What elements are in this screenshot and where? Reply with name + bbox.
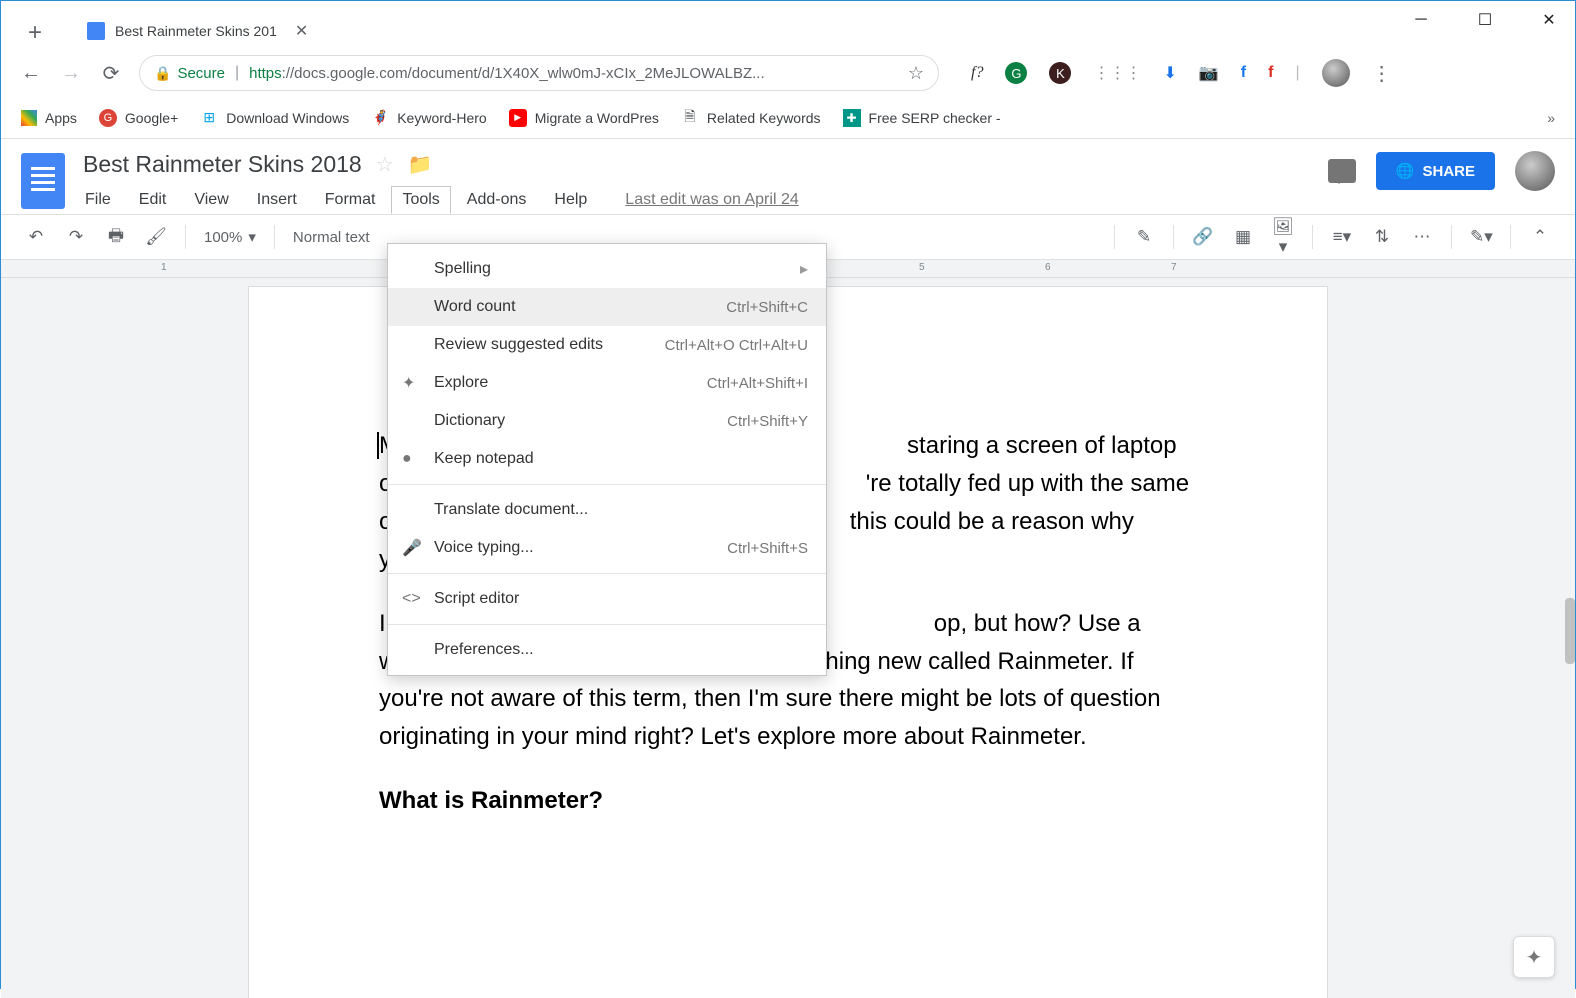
forward-button[interactable]: → xyxy=(59,62,83,85)
youtube-icon: ▶ xyxy=(509,109,527,127)
comments-icon[interactable] xyxy=(1328,159,1356,183)
tab-close-icon[interactable]: ✕ xyxy=(295,21,308,41)
menu-item-keep-notepad[interactable]: ●Keep notepad xyxy=(388,440,826,478)
bookmarks-bar: Apps GGoogle+ ⊞Download Windows 🦸Keyword… xyxy=(1,97,1575,139)
ext-grid-icon[interactable]: ⋮⋮⋮ xyxy=(1093,63,1141,83)
tab-favicon xyxy=(87,22,105,40)
ext-k-icon[interactable]: K xyxy=(1049,62,1071,84)
menu-tools[interactable]: Tools xyxy=(391,186,450,214)
more-icon[interactable]: ⋯ xyxy=(1411,227,1433,247)
menu-edit[interactable]: Edit xyxy=(137,187,169,213)
secure-label: Secure xyxy=(177,65,225,82)
style-select[interactable]: Normal text xyxy=(293,229,370,246)
menu-item-preferences-[interactable]: Preferences... xyxy=(388,631,826,669)
ext-download-icon[interactable]: ⬇ xyxy=(1163,63,1176,83)
menu-item-spelling[interactable]: Spelling▸ xyxy=(388,250,826,288)
menu-item-explore[interactable]: ✦ExploreCtrl+Alt+Shift+I xyxy=(388,364,826,402)
bookmark-apps[interactable]: Apps xyxy=(21,110,77,126)
new-tab-button[interactable]: + xyxy=(19,17,51,49)
chevron-down-icon: ▾ xyxy=(248,228,256,246)
print-icon[interactable]: 🖶 xyxy=(105,223,127,252)
menu-addons[interactable]: Add-ons xyxy=(465,187,529,213)
lock-icon: 🔒 xyxy=(154,65,171,82)
globe-icon: 🌐 xyxy=(1396,162,1415,180)
apps-icon xyxy=(21,110,37,126)
bookmark-overflow-icon[interactable]: » xyxy=(1547,110,1555,126)
tools-dropdown: Spelling▸Word countCtrl+Shift+CReview su… xyxy=(387,243,827,676)
link-icon[interactable]: 🔗 xyxy=(1192,227,1214,247)
ext-camera-icon[interactable]: 📷 xyxy=(1199,63,1219,83)
menu-bar: File Edit View Insert Format Tools Add-o… xyxy=(83,186,799,214)
undo-icon[interactable]: ↶ xyxy=(25,227,47,247)
menu-item-word-count[interactable]: Word countCtrl+Shift+C xyxy=(388,288,826,326)
maximize-button[interactable]: ☐ xyxy=(1467,5,1503,35)
tab-strip: + Best Rainmeter Skins 201 ✕ xyxy=(1,1,1575,49)
bookmark-migrate[interactable]: ▶Migrate a WordPres xyxy=(509,109,659,127)
docs-header: Best Rainmeter Skins 2018 ☆ 📁 File Edit … xyxy=(1,139,1575,214)
profile-avatar-small[interactable] xyxy=(1322,59,1350,87)
omnibox[interactable]: 🔒 Secure | https://docs.google.com/docum… xyxy=(139,55,939,91)
extensions-row: f? G K ⋮⋮⋮ ⬇ 📷 f f | ⋮ xyxy=(971,59,1392,87)
ext-f-icon[interactable]: f xyxy=(1268,64,1273,82)
bookmark-googleplus[interactable]: GGoogle+ xyxy=(99,109,178,127)
minimize-button[interactable]: ─ xyxy=(1403,5,1439,35)
image-insert-icon[interactable]: 🖼▾ xyxy=(1272,217,1294,257)
highlight-icon[interactable]: ✎ xyxy=(1133,227,1155,247)
bookmark-related[interactable]: 🗎Related Keywords xyxy=(681,109,821,127)
chevron-right-icon: ▸ xyxy=(800,259,808,279)
align-icon[interactable]: ≡▾ xyxy=(1331,227,1353,247)
url-text: https://docs.google.com/document/d/1X40X… xyxy=(249,65,900,82)
bookmark-star-icon[interactable]: ☆ xyxy=(908,63,924,84)
last-edit-link[interactable]: Last edit was on April 24 xyxy=(625,191,798,209)
star-document-icon[interactable]: ☆ xyxy=(376,152,394,177)
address-bar-row: ← → ⟳ 🔒 Secure | https://docs.google.com… xyxy=(1,49,1575,97)
menu-view[interactable]: View xyxy=(192,187,230,213)
bookmark-serp[interactable]: ✚Free SERP checker - xyxy=(843,109,1001,127)
browser-tab[interactable]: Best Rainmeter Skins 201 ✕ xyxy=(73,13,322,49)
account-avatar[interactable] xyxy=(1515,151,1555,191)
file-icon: 🗎 xyxy=(681,109,699,127)
ext-grammarly-icon[interactable]: G xyxy=(1005,62,1027,84)
bookmark-keyword-hero[interactable]: 🦸Keyword-Hero xyxy=(371,109,486,127)
googleplus-icon: G xyxy=(99,109,117,127)
windows-icon: ⊞ xyxy=(200,109,218,127)
menu-item-translate-document-[interactable]: Translate document... xyxy=(388,491,826,529)
scrollbar-thumb[interactable] xyxy=(1565,598,1575,664)
menu-insert[interactable]: Insert xyxy=(255,187,299,213)
menu-item-review-suggested-edits[interactable]: Review suggested editsCtrl+Alt+O Ctrl+Al… xyxy=(388,326,826,364)
share-button[interactable]: 🌐 SHARE xyxy=(1376,152,1495,190)
line-spacing-icon[interactable]: ⇅ xyxy=(1371,227,1393,247)
reload-button[interactable]: ⟳ xyxy=(99,61,123,86)
menu-item-voice-typing-[interactable]: 🎤Voice typing...Ctrl+Shift+S xyxy=(388,529,826,567)
bookmark-windows[interactable]: ⊞Download Windows xyxy=(200,109,349,127)
menu-item-dictionary[interactable]: DictionaryCtrl+Shift+Y xyxy=(388,402,826,440)
move-folder-icon[interactable]: 📁 xyxy=(408,152,433,177)
chrome-menu-icon[interactable]: ⋮ xyxy=(1372,61,1392,86)
hero-icon: 🦸 xyxy=(371,109,389,127)
ext-facebook-icon[interactable]: f xyxy=(1241,64,1246,82)
paint-format-icon[interactable]: 🖌 xyxy=(145,227,167,247)
heading[interactable]: What is Rainmeter? xyxy=(379,782,1197,820)
collapse-icon[interactable]: ⌃ xyxy=(1529,227,1551,247)
serp-icon: ✚ xyxy=(843,109,861,127)
menu-help[interactable]: Help xyxy=(552,187,589,213)
menu-format[interactable]: Format xyxy=(323,187,378,213)
comment-add-icon[interactable]: ▦ xyxy=(1232,227,1254,247)
explore-button[interactable]: ✦ xyxy=(1513,936,1555,978)
document-title[interactable]: Best Rainmeter Skins 2018 xyxy=(83,151,362,178)
back-button[interactable]: ← xyxy=(19,62,43,85)
tab-title: Best Rainmeter Skins 201 xyxy=(115,23,277,39)
menu-item-script-editor[interactable]: <>Script editor xyxy=(388,580,826,618)
editing-mode-icon[interactable]: ✎▾ xyxy=(1470,227,1492,247)
menu-file[interactable]: File xyxy=(83,187,113,213)
redo-icon[interactable]: ↷ xyxy=(65,227,87,247)
close-window-button[interactable]: ✕ xyxy=(1531,5,1567,35)
zoom-select[interactable]: 100%▾ xyxy=(204,228,256,246)
docs-logo-icon[interactable] xyxy=(21,153,65,209)
ext-font-icon[interactable]: f? xyxy=(971,64,983,82)
